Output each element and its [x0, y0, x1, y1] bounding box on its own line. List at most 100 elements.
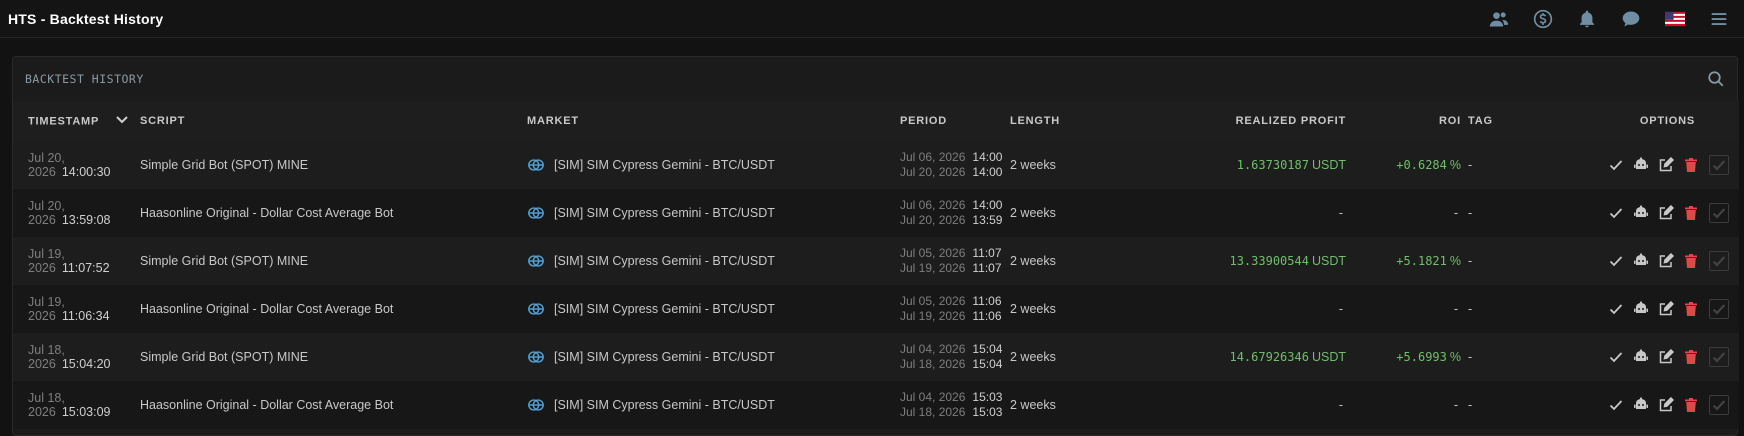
app-title: HTS - Backtest History [8, 10, 164, 27]
us-flag-icon[interactable] [1664, 8, 1686, 30]
row-select-checkbox[interactable] [1709, 251, 1729, 271]
trash-icon[interactable] [1682, 348, 1700, 366]
row-select-checkbox[interactable] [1709, 203, 1729, 223]
script-cell: Haasonline Original - Dollar Cost Averag… [140, 381, 527, 429]
edit-icon[interactable] [1657, 204, 1675, 222]
period-end-date: Jul 19, 2026 [900, 261, 966, 275]
period-start-time: 11:06 [972, 294, 1002, 308]
panel-title: BACKTEST HISTORY [25, 72, 144, 86]
market-label: [SIM] SIM Cypress Gemini - BTC/USDT [554, 158, 775, 172]
menu-icon[interactable] [1708, 8, 1730, 30]
roi-cell: +5.6993% [1346, 333, 1461, 381]
bot-icon[interactable] [1632, 204, 1650, 222]
table-row[interactable]: Jul 18, 2026 15:03:09 Haasonline Original… [13, 381, 1739, 429]
length-cell: 2 weeks [1010, 333, 1104, 381]
row-select-checkbox[interactable] [1709, 155, 1729, 175]
table-row[interactable]: Jul 20, 2026 13:59:08 Haasonline Original… [13, 189, 1739, 237]
period-end-time: 11:07 [972, 261, 1002, 275]
check-icon[interactable] [1607, 156, 1625, 174]
roi-value: +5.1821 [1396, 254, 1447, 268]
col-tag-header[interactable]: TAG [1461, 101, 1509, 141]
profit-value: 13.33900544 [1229, 254, 1309, 268]
table-header-row: TIMESTAMP SCRIPT MARKET PERIOD LENGTH RE… [13, 101, 1739, 141]
options-cell [1509, 333, 1739, 381]
row-select-checkbox[interactable] [1709, 347, 1729, 367]
trash-icon[interactable] [1682, 252, 1700, 270]
backtest-table: TIMESTAMP SCRIPT MARKET PERIOD LENGTH RE… [13, 101, 1739, 429]
search-icon[interactable] [1705, 68, 1727, 90]
profit-unit: USDT [1311, 158, 1346, 172]
timestamp-time: 11:06:34 [61, 309, 110, 323]
bell-icon[interactable] [1576, 8, 1598, 30]
gemini-exchange-icon [527, 204, 545, 222]
tag-cell: - [1461, 381, 1509, 429]
timestamp-date: Jul 19, 2026 [28, 295, 65, 323]
check-icon[interactable] [1607, 300, 1625, 318]
market-cell: [SIM] SIM Cypress Gemini - BTC/USDT [527, 285, 900, 333]
market-label: [SIM] SIM Cypress Gemini - BTC/USDT [554, 206, 775, 220]
trash-icon[interactable] [1682, 300, 1700, 318]
chat-icon[interactable] [1620, 8, 1642, 30]
edit-icon[interactable] [1657, 300, 1675, 318]
gemini-exchange-icon [527, 300, 545, 318]
trash-icon[interactable] [1682, 156, 1700, 174]
table-row[interactable]: Jul 20, 2026 14:00:30 Simple Grid Bot (SP… [13, 141, 1739, 189]
script-cell: Haasonline Original - Dollar Cost Averag… [140, 285, 527, 333]
trash-icon[interactable] [1682, 204, 1700, 222]
period-end-time: 15:03 [972, 405, 1003, 419]
col-period-header[interactable]: PERIOD [900, 101, 1010, 141]
bot-icon[interactable] [1632, 156, 1650, 174]
table-row[interactable]: Jul 19, 2026 11:06:34 Haasonline Original… [13, 285, 1739, 333]
col-timestamp-header[interactable]: TIMESTAMP [13, 101, 140, 141]
check-icon[interactable] [1607, 204, 1625, 222]
bot-icon[interactable] [1632, 348, 1650, 366]
chevron-down-icon[interactable] [115, 115, 129, 128]
length-cell: 2 weeks [1010, 381, 1104, 429]
roi-cell: +5.1821% [1346, 237, 1461, 285]
profit-value: - [1338, 302, 1343, 316]
row-select-checkbox[interactable] [1709, 395, 1729, 415]
options-cell [1509, 381, 1739, 429]
col-length-header[interactable]: LENGTH [1010, 101, 1104, 141]
edit-icon[interactable] [1657, 396, 1675, 414]
gemini-exchange-icon [527, 348, 545, 366]
length-cell: 2 weeks [1010, 237, 1104, 285]
gemini-exchange-icon [527, 252, 545, 270]
edit-icon[interactable] [1657, 348, 1675, 366]
bot-icon[interactable] [1632, 252, 1650, 270]
period-end-time: 13:59 [972, 213, 1003, 227]
period-start-date: Jul 05, 2026 [900, 294, 966, 308]
period-start-time: 15:04 [972, 342, 1003, 356]
edit-icon[interactable] [1657, 156, 1675, 174]
profit-cell: 13.33900544 USDT [1104, 237, 1346, 285]
trash-icon[interactable] [1682, 396, 1700, 414]
check-icon[interactable] [1607, 348, 1625, 366]
dollar-circle-icon[interactable] [1532, 8, 1554, 30]
bot-icon[interactable] [1632, 300, 1650, 318]
table-row[interactable]: Jul 18, 2026 15:04:20 Simple Grid Bot (SP… [13, 333, 1739, 381]
check-icon[interactable] [1607, 252, 1625, 270]
options-cell [1509, 189, 1739, 237]
check-icon[interactable] [1607, 396, 1625, 414]
tag-cell: - [1461, 189, 1509, 237]
period-start-date: Jul 04, 2026 [900, 390, 966, 404]
users-icon[interactable] [1488, 8, 1510, 30]
row-select-checkbox[interactable] [1709, 299, 1729, 319]
tag-cell: - [1461, 333, 1509, 381]
timestamp-date: Jul 19, 2026 [28, 247, 65, 275]
period-cell: Jul 04, 2026 15:03 Jul 18, 2026 15:03 [900, 381, 1010, 429]
col-market-header[interactable]: MARKET [527, 101, 900, 141]
bot-icon[interactable] [1632, 396, 1650, 414]
period-end-date: Jul 20, 2026 [900, 213, 966, 227]
col-roi-header[interactable]: ROI [1346, 101, 1461, 141]
tag-cell: - [1461, 237, 1509, 285]
length-cell: 2 weeks [1010, 141, 1104, 189]
roi-value: - [1453, 206, 1458, 220]
profit-cell: - [1104, 381, 1346, 429]
table-row[interactable]: Jul 19, 2026 11:07:52 Simple Grid Bot (SP… [13, 237, 1739, 285]
script-cell: Simple Grid Bot (SPOT) MINE [140, 237, 527, 285]
tag-cell: - [1461, 285, 1509, 333]
edit-icon[interactable] [1657, 252, 1675, 270]
col-profit-header[interactable]: REALIZED PROFIT [1104, 101, 1346, 141]
col-script-header[interactable]: SCRIPT [140, 101, 527, 141]
